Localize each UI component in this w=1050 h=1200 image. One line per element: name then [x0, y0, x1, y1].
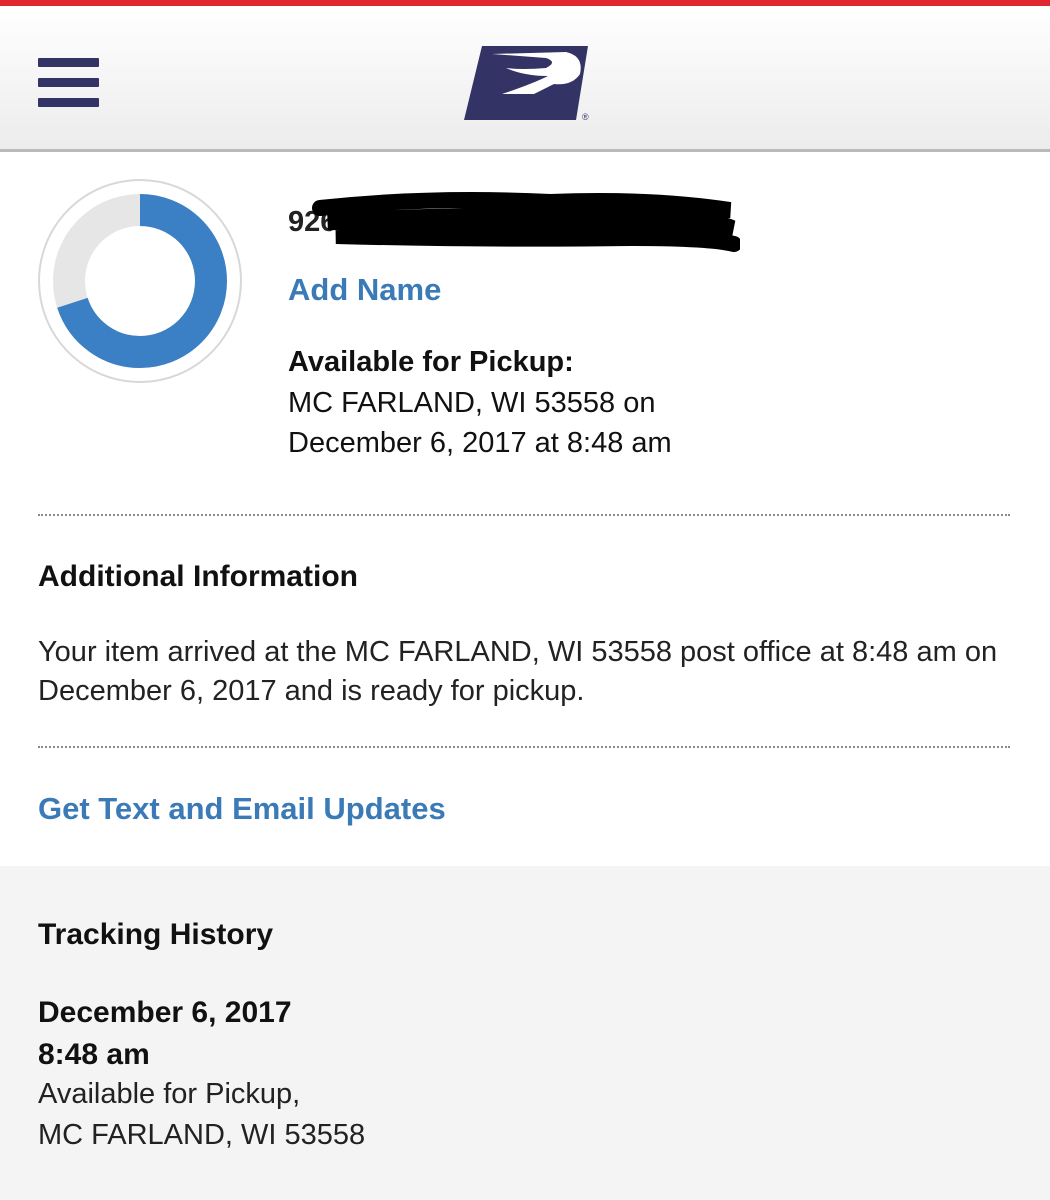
hamburger-menu-icon[interactable]: [38, 58, 99, 108]
status-datetime: December 6, 2017 at 8:48 am: [288, 427, 672, 459]
app-header: ®: [0, 6, 1050, 152]
history-event-location: MC FARLAND, WI 53558: [38, 1119, 366, 1151]
history-event-time: 8:48 am: [38, 1038, 150, 1071]
usps-eagle-logo-icon: ®: [464, 46, 589, 122]
delivery-progress-ring: [38, 179, 242, 383]
add-name-link[interactable]: Add Name: [288, 272, 441, 308]
redaction-scribble: [312, 192, 740, 252]
tracking-history-heading: Tracking History: [38, 918, 274, 951]
section-divider: [38, 514, 1010, 516]
text-email-updates-link[interactable]: Get Text and Email Updates: [38, 791, 446, 827]
tracking-history-section: Tracking History December 6, 2017 8:48 a…: [0, 866, 1050, 1200]
svg-text:®: ®: [582, 112, 589, 122]
status-location: MC FARLAND, WI 53558 on: [288, 387, 656, 419]
additional-information-text: Your item arrived at the MC FARLAND, WI …: [38, 636, 998, 707]
history-event-status: Available for Pickup,: [38, 1078, 301, 1110]
section-divider: [38, 746, 1010, 748]
status-title: Available for Pickup:: [288, 346, 574, 378]
additional-information-heading: Additional Information: [38, 560, 358, 593]
history-event-date: December 6, 2017: [38, 996, 292, 1029]
